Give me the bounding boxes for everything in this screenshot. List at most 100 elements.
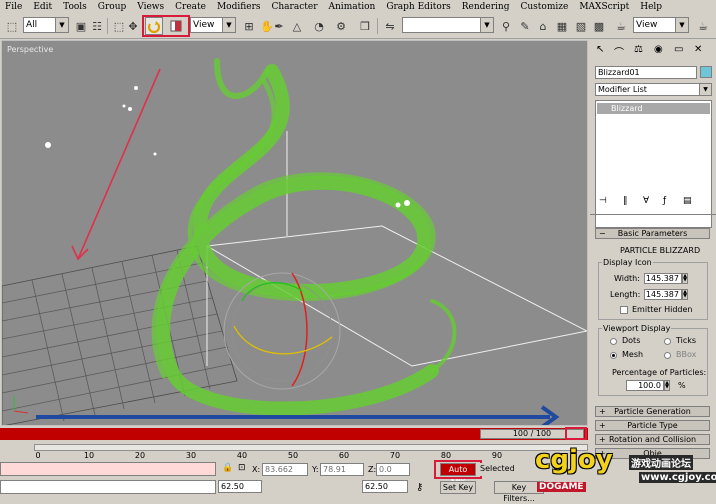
z-coordinate-field[interactable]: 0.0 bbox=[376, 463, 410, 476]
select-region-icon[interactable]: ⬚ bbox=[3, 17, 21, 35]
menu-edit[interactable]: Edit bbox=[33, 2, 52, 12]
motion-tab-icon[interactable]: ◉ bbox=[654, 44, 663, 55]
menu-tools[interactable]: Tools bbox=[63, 2, 87, 12]
emitter-hidden-label: Emitter Hidden bbox=[632, 305, 693, 314]
snap-toggle-icon[interactable]: ✒ bbox=[270, 17, 288, 35]
key-icon[interactable]: ⚷ bbox=[416, 482, 423, 493]
percentage-spinner[interactable]: 100.0 bbox=[626, 380, 664, 391]
select-move-icon[interactable]: ✥ bbox=[124, 17, 142, 35]
reference-coordinate-dropdown[interactable]: View ▼ bbox=[190, 17, 236, 33]
track-ruler[interactable] bbox=[34, 444, 588, 451]
hierarchy-tab-icon[interactable]: ⚖ bbox=[634, 44, 643, 55]
material-editor-icon[interactable]: ▦ bbox=[553, 17, 571, 35]
rollout-particle-type[interactable]: + Particle Type bbox=[595, 420, 710, 431]
mirror-icon[interactable]: ⇋ bbox=[381, 17, 399, 35]
time-slider[interactable]: 100 / 100 bbox=[0, 428, 588, 440]
show-end-result-icon[interactable]: ‖ bbox=[623, 196, 628, 206]
y-coordinate-field[interactable]: 78.91 bbox=[320, 463, 364, 476]
length-spinner-arrows[interactable]: ▲ ▼ bbox=[682, 289, 688, 300]
render-teapot-icon[interactable]: ☕ bbox=[612, 17, 630, 35]
emitter-hidden-checkbox[interactable] bbox=[620, 306, 628, 314]
toolbar-divider bbox=[107, 18, 108, 34]
prompt-line[interactable] bbox=[0, 480, 216, 494]
align-icon[interactable]: ⚲ bbox=[497, 17, 515, 35]
length-spinner[interactable]: 145.387 bbox=[644, 289, 682, 300]
percent-snap-icon[interactable]: ◔ bbox=[310, 17, 328, 35]
object-name-field[interactable]: Blizzard01 bbox=[595, 66, 697, 79]
stack-item-blizzard[interactable]: Blizzard bbox=[597, 103, 710, 114]
chevron-down-icon: ▼ bbox=[55, 18, 68, 32]
chevron-down-icon: ▼ bbox=[480, 18, 493, 32]
ticks-radio[interactable] bbox=[664, 338, 671, 345]
make-unique-icon[interactable]: ∀ bbox=[643, 196, 649, 206]
selected-dropdown[interactable]: Selected bbox=[478, 463, 534, 476]
mesh-radio[interactable] bbox=[610, 352, 617, 359]
set-key-button[interactable]: Set Key bbox=[440, 481, 476, 494]
perspective-viewport[interactable]: Perspective bbox=[1, 40, 588, 426]
angle-snap-icon[interactable]: △ bbox=[288, 17, 306, 35]
modifier-list-dropdown[interactable]: Modifier List ▼ bbox=[595, 83, 712, 96]
menu-rendering[interactable]: Rendering bbox=[462, 2, 510, 12]
menu-group[interactable]: Group bbox=[98, 2, 126, 12]
display-tab-icon[interactable]: ▭ bbox=[674, 44, 683, 55]
rollout-basic-parameters-label: Basic Parameters bbox=[617, 229, 688, 238]
track-bar[interactable]: 0 10 20 30 40 50 60 70 80 90 bbox=[0, 441, 588, 460]
select-by-name-icon[interactable]: ☷ bbox=[88, 17, 106, 35]
x-coordinate-field[interactable]: 83.662 bbox=[262, 463, 308, 476]
stack-toolbar: ⊣ ‖ ∀ ƒ ▤ bbox=[595, 196, 712, 210]
panel-divider bbox=[590, 214, 716, 215]
percentage-label: Percentage of Particles: bbox=[612, 368, 707, 377]
bbox-label: BBox bbox=[676, 350, 697, 359]
menu-views[interactable]: Views bbox=[137, 2, 164, 12]
menu-create[interactable]: Create bbox=[175, 2, 206, 12]
ticks-label: Ticks bbox=[676, 336, 697, 345]
width-spinner-arrows[interactable]: ▲ ▼ bbox=[682, 273, 688, 284]
schematic-view-icon[interactable]: ⌂ bbox=[534, 17, 552, 35]
width-spinner[interactable]: 145.387 bbox=[644, 273, 682, 284]
rollout-basic-parameters[interactable]: − Basic Parameters bbox=[595, 228, 710, 239]
chevron-down-icon: ▼ bbox=[699, 84, 711, 95]
main-toolbar: ⬚ All ▼ ▣ ☷ ⬚ ✥ View ▼ ⊞ ✋ ✒ △ ◔ ⚙ ❒ ⇋ ▼… bbox=[0, 14, 716, 39]
axis-tripod bbox=[13, 396, 29, 414]
scene-graphics bbox=[2, 58, 587, 425]
object-color-swatch[interactable] bbox=[700, 66, 712, 78]
maxscript-listener[interactable] bbox=[0, 462, 216, 476]
remove-modifier-icon[interactable]: ƒ bbox=[663, 196, 666, 206]
render-last-icon[interactable]: ☕ bbox=[694, 17, 712, 35]
create-tab-icon[interactable]: ↖ bbox=[596, 44, 604, 55]
modify-tab-icon[interactable]: ⌒ bbox=[614, 44, 624, 59]
named-selection-icon[interactable]: ❒ bbox=[356, 17, 374, 35]
menu-animation[interactable]: Animation bbox=[329, 2, 376, 12]
menu-file[interactable]: File bbox=[5, 2, 22, 12]
menu-maxscript[interactable]: MAXScript bbox=[579, 2, 629, 12]
toolbar-divider bbox=[377, 18, 378, 34]
render-scene-icon[interactable]: ▧ bbox=[572, 17, 590, 35]
menu-customize[interactable]: Customize bbox=[521, 2, 569, 12]
named-selection-sets-dropdown[interactable]: ▼ bbox=[402, 17, 494, 33]
selection-lock-icon[interactable]: 🔒 bbox=[222, 463, 233, 473]
menu-character[interactable]: Character bbox=[272, 2, 318, 12]
menu-graph-editors[interactable]: Graph Editors bbox=[386, 2, 450, 12]
percentage-spinner-arrows[interactable]: ▲ ▼ bbox=[664, 380, 670, 391]
curve-editor-icon[interactable]: ✎ bbox=[516, 17, 534, 35]
pin-stack-icon[interactable]: ⊣ bbox=[599, 196, 607, 206]
menu-help[interactable]: Help bbox=[640, 2, 662, 12]
selection-filter-dropdown[interactable]: All ▼ bbox=[23, 17, 69, 33]
dots-radio[interactable] bbox=[610, 338, 617, 345]
render-type-dropdown[interactable]: View ▼ bbox=[633, 17, 689, 33]
command-panel-tabs: ↖ ⌒ ⚖ ◉ ▭ ✕ bbox=[594, 44, 714, 59]
spinner-snap-icon[interactable]: ⚙ bbox=[332, 17, 350, 35]
rollout-expand-icon: + bbox=[599, 407, 606, 416]
section-title: PARTICLE BLIZZARD bbox=[620, 246, 701, 255]
absolute-mode-icon[interactable]: ⊡ bbox=[238, 463, 246, 473]
configure-sets-icon[interactable]: ▤ bbox=[683, 196, 692, 206]
bbox-radio[interactable] bbox=[664, 352, 671, 359]
utilities-tab-icon[interactable]: ✕ bbox=[694, 44, 702, 55]
menu-modifiers[interactable]: Modifiers bbox=[217, 2, 261, 12]
rollout-particle-type-label: Particle Type bbox=[627, 421, 678, 430]
highlight-box-transform bbox=[142, 15, 190, 37]
quick-render-icon[interactable]: ▩ bbox=[590, 17, 608, 35]
pivot-center-icon[interactable]: ⊞ bbox=[240, 17, 258, 35]
rollout-particle-generation[interactable]: + Particle Generation bbox=[595, 406, 710, 417]
tick-label: 20 bbox=[134, 451, 146, 460]
